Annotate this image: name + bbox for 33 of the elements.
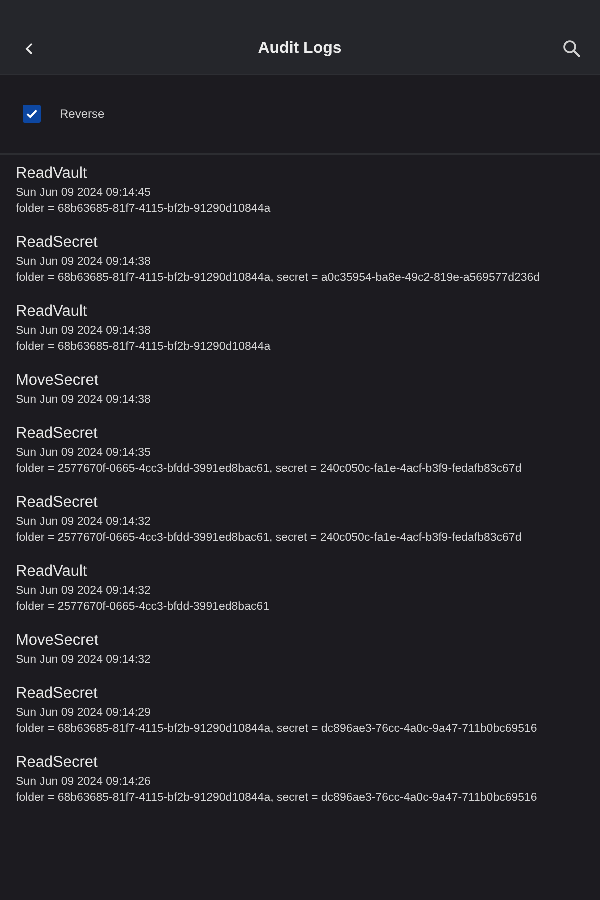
log-action: ReadSecret [16, 753, 99, 773]
log-action: MoveSecret [16, 371, 100, 391]
log-timestamp: Sun Jun 09 2024 09:14:26 [16, 775, 152, 790]
page-title: Audit Logs [258, 40, 342, 58]
log-action: ReadVault [16, 164, 88, 184]
log-action: ReadVault [16, 562, 88, 582]
log-action: ReadSecret [16, 424, 99, 444]
log-detail: folder = 68b63685-81f7-4115-bf2b-91290d10844a [16, 340, 272, 355]
log-timestamp: Sun Jun 09 2024 09:14:32 [16, 653, 152, 668]
log-action: MoveSecret [16, 631, 100, 651]
log-timestamp: Sun Jun 09 2024 09:14:29 [16, 706, 152, 721]
log-detail: folder = 68b63685-81f7-4115-bf2b-91290d10844a, secret = dc896ae3-76cc-4a0c-9a47-711b0bc69516 [16, 791, 538, 806]
log-detail: folder = 2577670f-0665-4cc3-bfdd-3991ed8bac61, secret = 240c050c-fa1e-4acf-b3f9-fedafb83c67d [16, 462, 523, 477]
checkbox[interactable] [23, 105, 41, 123]
log-timestamp: Sun Jun 09 2024 09:14:38 [16, 255, 152, 270]
log-timestamp: Sun Jun 09 2024 09:14:35 [16, 446, 152, 461]
log-action: ReadSecret [16, 493, 99, 513]
log-action: ReadVault [16, 302, 88, 322]
log-detail: folder = 68b63685-81f7-4115-bf2b-91290d10844a, secret = dc896ae3-76cc-4a0c-9a47-711b0bc69516 [16, 722, 538, 737]
log-detail: folder = 68b63685-81f7-4115-bf2b-91290d10844a [16, 202, 272, 217]
log-timestamp: Sun Jun 09 2024 09:14:32 [16, 584, 152, 599]
log-detail: folder = 2577670f-0665-4cc3-bfdd-3991ed8bac61, secret = 240c050c-fa1e-4acf-b3f9-fedafb83c67d [16, 531, 523, 546]
log-action: ReadSecret [16, 684, 99, 704]
log-timestamp: Sun Jun 09 2024 09:14:38 [16, 393, 152, 408]
checkbox-label: Reverse [60, 107, 105, 121]
log-detail: folder = 2577670f-0665-4cc3-bfdd-3991ed8bac61 [16, 600, 271, 615]
log-timestamp: Sun Jun 09 2024 09:14:38 [16, 324, 152, 339]
log-timestamp: Sun Jun 09 2024 09:14:32 [16, 515, 152, 530]
check-icon [25, 107, 39, 121]
search-icon [562, 39, 582, 59]
log-action: ReadSecret [16, 233, 99, 253]
log-timestamp: Sun Jun 09 2024 09:14:45 [16, 186, 152, 201]
log-detail: folder = 68b63685-81f7-4115-bf2b-91290d10844a, secret = a0c35954-ba8e-49c2-819e-a569577d236d [16, 271, 542, 286]
